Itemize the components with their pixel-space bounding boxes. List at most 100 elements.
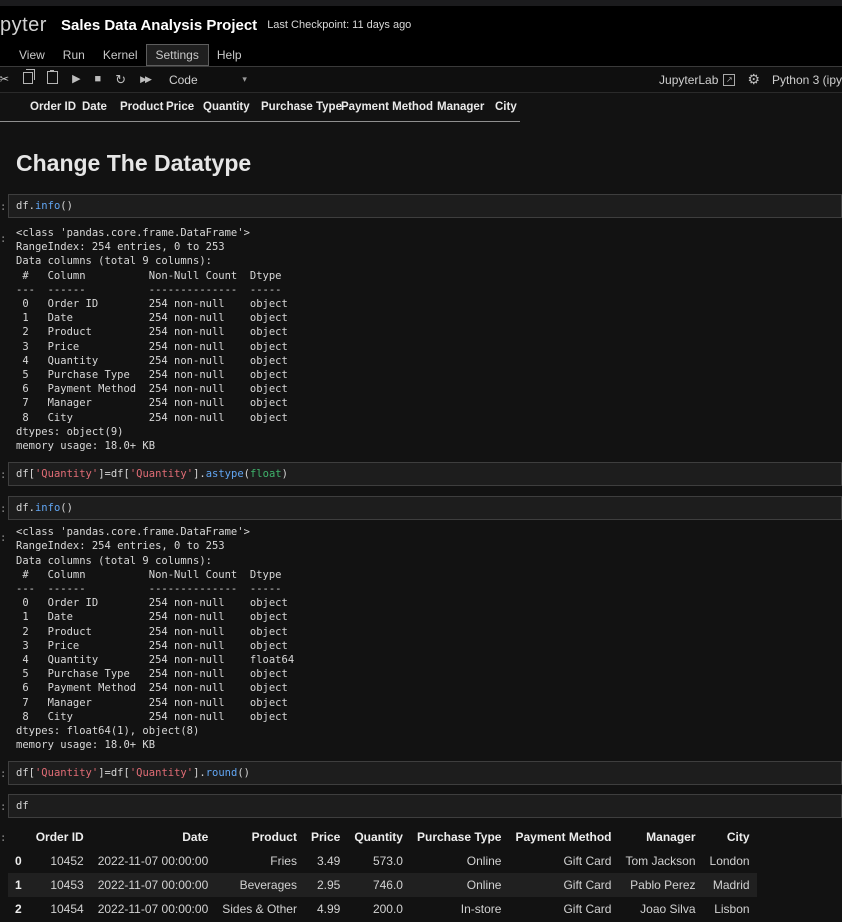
menu-help[interactable]: Help: [208, 45, 251, 65]
df-cell: Tom Jackson: [625, 853, 696, 868]
gear-icon[interactable]: ⚙: [747, 67, 760, 92]
restart-kernel-icon[interactable]: ↻: [108, 67, 133, 92]
stop-icon[interactable]: ■: [88, 67, 109, 92]
code-cell-round[interactable]: df['Quantity']=df['Quantity'].round(): [8, 760, 842, 785]
df-row-index: 1: [15, 877, 22, 892]
output-line: 1 Date 254 non-null object: [16, 611, 295, 624]
df-cell: 2.95: [316, 877, 341, 892]
scrolled-col-header: Product: [120, 101, 164, 113]
df-cell: 3.49: [316, 853, 341, 868]
paste-icon-glyph: [47, 70, 59, 84]
copy-icon[interactable]: [16, 67, 40, 92]
code-cell-row: : df['Quantity']=df['Quantity'].round(): [0, 760, 842, 785]
code-cell-df[interactable]: df: [8, 793, 842, 818]
kernel-name[interactable]: Python 3 (ipy: [772, 73, 842, 87]
external-link-icon: ↗: [723, 73, 736, 86]
menu-bar: View Run Kernel Settings Help: [0, 44, 842, 67]
output-line: 4 Quantity 254 non-null float64: [16, 654, 295, 667]
menu-run[interactable]: Run: [54, 45, 94, 65]
paste-icon[interactable]: [40, 67, 65, 92]
scrolled-col-header: Purchase Type: [261, 101, 342, 113]
code-cell-row: : df: [0, 793, 842, 818]
df-cell: 2022-11-07 00:00:00: [97, 877, 209, 892]
cell-prompt: :: [0, 800, 7, 813]
df-cell: Gift Card: [563, 901, 612, 916]
output-line: dtypes: object(9): [16, 425, 124, 438]
df-column-header: Date: [182, 829, 209, 844]
output-line: 3 Price 254 non-null object: [16, 639, 295, 652]
output-row: : <class 'pandas.core.frame.DataFrame'> R…: [0, 525, 842, 752]
df-column-header: Price: [310, 829, 341, 844]
df-cell: Lisbon: [714, 901, 750, 916]
output-line: memory usage: 18.0+ KB: [16, 739, 156, 752]
table-row: 2 10454 2022-11-07 00:00:00 Sides & Other 4.…: [8, 897, 757, 921]
run-icon[interactable]: ▶: [65, 67, 87, 92]
output-line: 7 Manager 254 non-null object: [16, 397, 288, 410]
df-column-header: Manager: [646, 829, 696, 844]
output-line: RangeIndex: 254 entries, 0 to 253: [16, 241, 225, 254]
table-header-row: Order ID Date Product Price Quantity Purchase…: [8, 825, 757, 849]
scrolled-col-header: Price: [166, 101, 195, 113]
dataframe-output-row: : Order ID Date Product Price Quantity Purcha…: [0, 825, 842, 921]
menu-view[interactable]: View: [10, 45, 54, 65]
output-line: 0 Order ID 254 non-null object: [16, 597, 295, 610]
df-column-header: Payment Method: [515, 829, 612, 844]
df-cell: 2022-11-07 00:00:00: [97, 853, 209, 868]
output-line: <class 'pandas.core.frame.DataFrame'>: [16, 227, 250, 239]
notebook-title[interactable]: Sales Data Analysis Project: [61, 17, 257, 34]
jupyter-logo: pyter: [0, 13, 47, 36]
output-line: # Column Non-Null Count Dtype: [16, 269, 288, 282]
jupyterlab-link[interactable]: JupyterLab ↗: [659, 72, 736, 87]
code-cell-astype-float[interactable]: df['Quantity']=df['Quantity'].astype(flo…: [8, 462, 842, 487]
scrolled-col-header: Order ID: [30, 101, 77, 113]
df-cell: Gift Card: [563, 853, 612, 868]
scrolled-col-header: City: [495, 101, 517, 113]
code-cell-df-info-2[interactable]: df.info(): [8, 496, 842, 521]
df-column-header: [8, 825, 29, 849]
menu-kernel[interactable]: Kernel: [94, 45, 147, 65]
df-cell: Online: [466, 853, 502, 868]
cell-prompt: :: [0, 767, 7, 780]
jupyterlab-link-label: JupyterLab: [659, 72, 719, 87]
output-line: Data columns (total 9 columns):: [16, 255, 212, 268]
restart-run-all-icon[interactable]: ▶▶: [133, 67, 157, 92]
output-line: dtypes: float64(1), object(8): [16, 725, 200, 738]
df-cell: Madrid: [712, 877, 750, 892]
jupyterlab-window: pyter Sales Data Analysis Project Last C…: [0, 0, 842, 922]
df-column-header: Purchase Type: [416, 829, 502, 844]
toolbar-right: JupyterLab ↗ ⚙ Python 3 (ipy: [659, 67, 842, 92]
df-cell: Online: [466, 877, 502, 892]
cell-prompt: :: [0, 503, 7, 516]
toolbar: ✂ ▶ ■ ↻ ▶▶ Code ▾ JupyterLab ↗ ⚙ Python …: [0, 67, 842, 93]
df-column-header: City: [726, 829, 750, 844]
cell-type-dropdown[interactable]: Code ▾: [169, 73, 247, 87]
output-prompt: :: [0, 532, 7, 545]
output-line: 8 City 254 non-null object: [16, 710, 295, 723]
code-cell-row: : df.info(): [0, 194, 842, 218]
output-line: 5 Purchase Type 254 non-null object: [16, 668, 295, 681]
df-cell: Beverages: [239, 877, 297, 892]
output-line: 4 Quantity 254 non-null object: [16, 354, 288, 367]
code-cell-row: : df['Quantity']=df['Quantity'].astype(f…: [0, 462, 842, 487]
output-line: 2 Product 254 non-null object: [16, 326, 288, 339]
df-info-output-2: <class 'pandas.core.frame.DataFrame'> Ran…: [8, 525, 294, 752]
checkpoint-status: Last Checkpoint: 11 days ago: [267, 19, 412, 31]
code-cell-df-info-1[interactable]: df.info(): [8, 194, 842, 218]
table-row: 0 10452 2022-11-07 00:00:00 Fries 3.49 573.0 O…: [8, 849, 757, 873]
output-prompt: :: [0, 831, 7, 844]
table-row: 1 10453 2022-11-07 00:00:00 Beverages 2.95 74…: [8, 872, 757, 897]
menu-settings[interactable]: Settings: [145, 44, 209, 66]
output-line: 5 Purchase Type 254 non-null object: [16, 369, 288, 382]
output-line: 1 Date 254 non-null object: [16, 312, 288, 325]
df-cell: 10453: [50, 877, 84, 892]
output-line: --- ------ -------------- -----: [16, 583, 295, 596]
chevron-down-icon: ▾: [242, 74, 247, 84]
code-cell-row: : df.info(): [0, 496, 842, 521]
notebook-header: pyter Sales Data Analysis Project Last C…: [0, 6, 842, 44]
df-cell: In-store: [460, 901, 502, 916]
cut-icon[interactable]: ✂: [0, 67, 16, 92]
cell-prompt: :: [0, 469, 7, 482]
output-row: : <class 'pandas.core.frame.DataFrame'> R…: [0, 226, 842, 453]
df-cell: Gift Card: [563, 877, 612, 892]
output-line: 8 City 254 non-null object: [16, 411, 288, 424]
